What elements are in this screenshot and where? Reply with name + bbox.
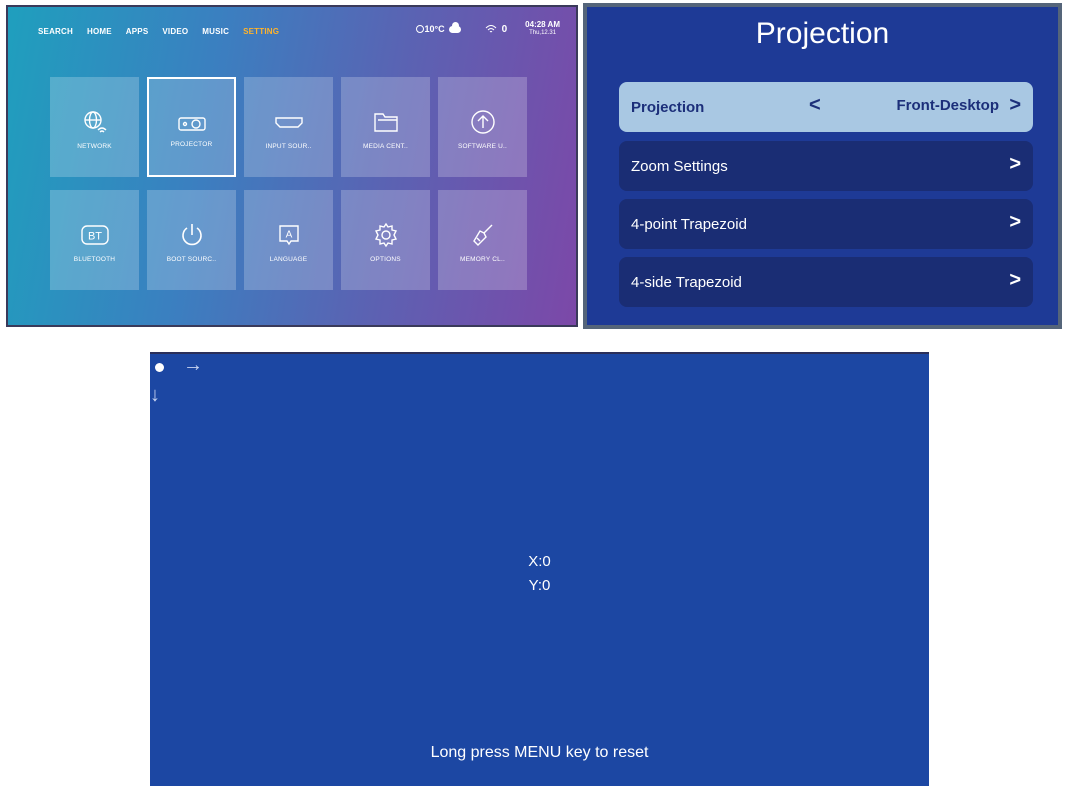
svg-text:BT: BT [87, 231, 101, 243]
wifi-count: 0 [501, 23, 508, 35]
nav-home[interactable]: HOME [87, 27, 112, 36]
tile-language[interactable]: A LANGUAGE [244, 190, 333, 290]
folder-icon [373, 113, 398, 132]
y-coordinate: Y:0 [528, 577, 551, 594]
chevron-left-icon[interactable]: < [809, 94, 821, 117]
tile-label: OPTIONS [370, 256, 401, 263]
row-label: 4-point Trapezoid [631, 215, 747, 233]
chevron-right-icon: > [1009, 211, 1021, 233]
tile-media-center[interactable]: MEDIA CENT.. [341, 77, 430, 177]
tile-label: PROJECTOR [170, 141, 213, 148]
tile-label: MEDIA CENT.. [362, 143, 409, 150]
corner-point-marker[interactable] [155, 363, 164, 372]
menu-row-projection[interactable]: Projection < Front-Desktop > [619, 82, 1033, 132]
menu-row-zoom-settings[interactable]: Zoom Settings > [619, 141, 1033, 191]
hdmi-icon [274, 117, 303, 128]
globe-wifi-icon [83, 111, 106, 133]
tile-label: BLUETOOTH [73, 256, 116, 263]
tile-label: NETWORK [77, 143, 112, 150]
clock: 04:28 AM Thu,12.31 [525, 20, 560, 38]
chevron-right-icon: > [1009, 153, 1021, 175]
tile-label: MEMORY CL.. [460, 256, 505, 263]
weather: 10°C [415, 21, 461, 34]
reset-hint: Long press MENU key to reset [430, 744, 649, 761]
tile-projector[interactable]: PROJECTOR [147, 77, 236, 177]
row-label: Projection [631, 98, 705, 116]
weather-sun-icon [415, 25, 424, 33]
chevron-right-icon[interactable]: > [1009, 94, 1021, 117]
top-nav: SEARCH HOME APPS VIDEO MUSIC SETTING [38, 27, 293, 36]
status-bar: 10°C 0 04:28 AM Thu,12.31 [415, 20, 560, 38]
page-title: Projection [755, 17, 890, 50]
broom-icon [472, 224, 492, 246]
cloud-icon [448, 21, 461, 33]
power-icon [181, 224, 202, 246]
projector-icon [177, 117, 206, 131]
tile-bluetooth[interactable]: BT BLUETOOTH [50, 190, 139, 290]
arrow-down-icon: ↓ [150, 384, 160, 406]
nav-setting[interactable]: SETTING [243, 27, 279, 36]
weather-temp: 10°C [424, 24, 445, 34]
bt-icon: BT [80, 225, 109, 245]
row-label: 4-side Trapezoid [631, 273, 742, 291]
tile-options[interactable]: OPTIONS [341, 190, 430, 290]
tile-label: INPUT SOUR.. [265, 143, 312, 150]
nav-music[interactable]: MUSIC [202, 27, 229, 36]
upload-circle-icon [470, 110, 495, 134]
tile-label: SOFTWARE U.. [457, 143, 508, 150]
image-shift-screen: → ↓ X:0 Y:0 Long press MENU key to reset [150, 352, 929, 786]
nav-apps[interactable]: APPS [126, 27, 149, 36]
settings-home-screen: SEARCH HOME APPS VIDEO MUSIC SETTING 10°… [6, 5, 578, 327]
nav-video[interactable]: VIDEO [162, 27, 188, 36]
tile-input-source[interactable]: INPUT SOUR.. [244, 77, 333, 177]
row-label: Zoom Settings [631, 157, 728, 175]
tile-memory-clean[interactable]: MEMORY CL.. [438, 190, 527, 290]
wifi-status: 0 [485, 23, 508, 35]
menu-row-4-side-trapezoid[interactable]: 4-side Trapezoid > [619, 257, 1033, 307]
time-text: 04:28 AM [525, 20, 560, 29]
coordinates-readout: X:0 Y:0 [150, 550, 929, 598]
tile-boot-source[interactable]: BOOT SOURC.. [147, 190, 236, 290]
x-coordinate: X:0 [528, 553, 551, 570]
tile-label: BOOT SOURC.. [166, 256, 217, 263]
date-text: Thu,12.31 [529, 30, 557, 36]
tile-software-update[interactable]: SOFTWARE U.. [438, 77, 527, 177]
nav-search[interactable]: SEARCH [38, 27, 73, 36]
svg-text:A: A [285, 230, 292, 241]
gear-icon [374, 222, 397, 248]
arrow-right-icon: → [183, 354, 203, 376]
tile-network[interactable]: NETWORK [50, 77, 139, 177]
row-value: Front-Desktop [896, 97, 1000, 114]
language-icon: A [278, 225, 299, 246]
tile-label: LANGUAGE [269, 256, 308, 263]
chevron-right-icon: > [1009, 269, 1021, 291]
wifi-icon [485, 25, 496, 33]
projection-menu-screen: Projection Projection < Front-Desktop > … [583, 3, 1062, 329]
menu-row-4-point-trapezoid[interactable]: 4-point Trapezoid > [619, 199, 1033, 249]
